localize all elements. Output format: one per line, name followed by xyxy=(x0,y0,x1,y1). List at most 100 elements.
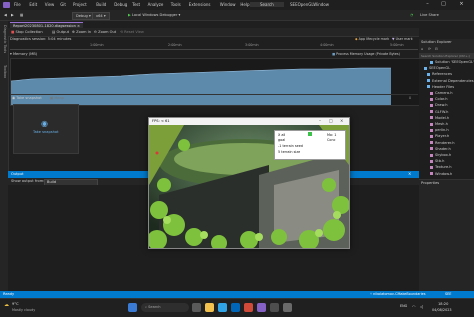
header-file-icon xyxy=(430,128,433,132)
game-window[interactable]: FPS: < 61 – □ × X all goal -1 terrain se… xyxy=(148,117,350,249)
start-icon[interactable] xyxy=(128,303,137,312)
solution-tree: Solution 'SEEOpenGL' SEEOpenGL References E… xyxy=(419,59,474,179)
repo-indicator[interactable]: SEE xyxy=(445,292,451,296)
task-view-icon[interactable] xyxy=(192,303,201,312)
game-viewport[interactable]: X all goal -1 terrain seed 5 terrain siz… xyxy=(149,125,349,248)
tree-item-label: Solution 'SEEOpenGL' xyxy=(435,60,474,64)
forward-icon[interactable]: ▶ xyxy=(11,12,14,18)
menu-window[interactable]: Window xyxy=(220,2,236,7)
snapshot-card-label: Take snapshot xyxy=(33,130,59,134)
right-panel-top xyxy=(419,21,474,39)
timeline-ruler[interactable]: 1:00min 2:00min 3:00min 4:00min 5:00min xyxy=(10,43,418,50)
store-icon[interactable] xyxy=(231,303,240,312)
header-file-icon xyxy=(430,103,433,107)
branch-indicator[interactable]: ⑂ nikolatomov-CMakeBoundaries xyxy=(370,292,426,296)
timeline-tick: 4:00min xyxy=(320,43,334,47)
zoom-out-button[interactable]: ⊖ Zoom Out xyxy=(94,29,116,35)
menu-test[interactable]: Test xyxy=(132,2,140,7)
tree-item-label: External Dependencies xyxy=(432,78,474,83)
weather-icon: ☁ xyxy=(4,302,9,308)
close-icon[interactable]: × xyxy=(458,1,465,8)
menu-edit[interactable]: Edit xyxy=(29,2,37,7)
weather-temp[interactable]: 9°C xyxy=(12,302,19,306)
menu-extensions[interactable]: Extensions xyxy=(189,2,211,7)
maximize-icon[interactable]: □ xyxy=(440,1,447,8)
home-icon[interactable]: ⌂ xyxy=(421,47,423,51)
heap-label: Heap xyxy=(54,96,64,100)
platform-dropdown[interactable]: x64 ▾ xyxy=(92,12,110,20)
output-close-icon[interactable]: × xyxy=(408,171,411,176)
taskbar-search[interactable]: ⌕ Search xyxy=(141,303,189,312)
stop-collection-button[interactable]: ■ Stop Collection xyxy=(11,29,43,35)
save-all-icon[interactable]: ▦ xyxy=(20,12,23,18)
menu-view[interactable]: View xyxy=(45,2,55,7)
game-window-taskbar-icon[interactable] xyxy=(283,303,292,312)
start-debugging-button[interactable]: ▶ Local Windows Debugger ▾ xyxy=(128,12,180,18)
menu-analyze[interactable]: Analyze xyxy=(148,2,164,7)
weather-desc: Mostly cloudy xyxy=(12,308,36,312)
heap-profiling-toggle[interactable]: ▣ Heap xyxy=(50,96,64,100)
session-duration: Diagnostics session: 5:04 minutes xyxy=(10,37,72,41)
search-label: Search xyxy=(260,2,274,7)
menu-project[interactable]: Project xyxy=(73,2,87,7)
header-file-icon xyxy=(430,147,433,151)
configuration-value: Debug xyxy=(76,14,88,18)
clock-time[interactable]: 18:20 xyxy=(438,302,448,306)
back-icon[interactable]: ◀ xyxy=(4,12,7,18)
menu-build[interactable]: Build xyxy=(96,2,106,7)
diagnostic-tools-tab[interactable]: Diagnostic Tools xyxy=(3,25,7,53)
header-file-icon xyxy=(430,172,433,176)
menu-file[interactable]: File xyxy=(14,2,21,7)
folder-icon xyxy=(427,79,430,83)
diagnostics-toolbar: ■ Stop Collection ▤ Output ⊕ Zoom In ⊖ Z… xyxy=(8,28,419,37)
branch-label: nikolatomov-CMakeBoundaries xyxy=(373,292,426,296)
menu-help[interactable]: Help xyxy=(240,2,249,7)
series-label: Process Memory Usage (Private Bytes) xyxy=(336,52,400,56)
tree-item-label: Camera.h xyxy=(435,91,453,95)
game-minimize-icon[interactable]: – xyxy=(319,118,321,123)
wifi-icon[interactable]: ◠ xyxy=(412,304,416,309)
file-explorer-icon[interactable] xyxy=(205,303,214,312)
collapse-icon[interactable]: ⊟ xyxy=(435,47,438,51)
tree-item-label: GLFW.h xyxy=(435,109,449,114)
output-button[interactable]: ▤ Output xyxy=(52,29,69,35)
visual-studio-icon[interactable] xyxy=(257,303,266,312)
search-box[interactable]: Search xyxy=(250,2,284,7)
take-snapshot-button[interactable]: ◉ Take snapshot xyxy=(12,96,42,100)
tree-item-label: Window.h xyxy=(435,171,453,176)
language-indicator[interactable]: ENG xyxy=(400,304,407,308)
menu-tools[interactable]: Tools xyxy=(171,2,181,7)
header-file-icon xyxy=(430,116,433,120)
menu-git[interactable]: Git xyxy=(60,2,66,7)
zoom-in-label: Zoom In xyxy=(76,30,91,34)
title-bar: File Edit View Git Project Build Debug Test Anal… xyxy=(0,0,474,10)
main-toolbar: ◀ ▶ ▦ Debug ▾ x64 ▾ ▶ Local Windows Debu… xyxy=(0,10,474,21)
solution-explorer-title: Solution Explorer xyxy=(421,40,452,44)
app-icon[interactable] xyxy=(244,303,253,312)
edge-icon[interactable] xyxy=(218,303,227,312)
toolbox-tab[interactable]: Toolbox xyxy=(3,65,7,78)
timeline-tick: 2:00min xyxy=(168,43,182,47)
snapshot-card[interactable]: ◉ Take snapshot xyxy=(13,104,79,154)
sync-icon[interactable]: ⟳ xyxy=(428,47,431,51)
output-label: Output xyxy=(56,30,70,34)
game-maximize-icon[interactable]: □ xyxy=(329,118,333,123)
live-share-icon: ◔ xyxy=(410,13,414,17)
header-file-icon xyxy=(430,91,433,95)
folder-icon xyxy=(430,60,433,64)
menu-debug[interactable]: Debug xyxy=(114,2,127,7)
terminal-icon[interactable] xyxy=(270,303,279,312)
folder-icon xyxy=(424,66,427,70)
hud-green-indicator-icon xyxy=(308,132,312,136)
status-bar: Ready ⑂ nikolatomov-CMakeBoundaries SEE xyxy=(0,291,474,298)
zoom-in-button[interactable]: ⊕ Zoom In xyxy=(72,29,91,35)
hud-right-1: Mo: 1 xyxy=(327,133,337,137)
tree-item[interactable]: Window.h xyxy=(430,171,452,178)
volume-icon[interactable]: ◁ xyxy=(420,304,423,309)
game-close-icon[interactable]: × xyxy=(340,118,343,123)
snapshot-toolbar: ◉ Take snapshot ▣ Heap xyxy=(10,94,418,102)
tree-item-label: Color.h xyxy=(435,97,448,102)
reset-view-button[interactable]: ⟲ Reset View xyxy=(120,29,144,35)
minimize-icon[interactable]: – xyxy=(424,1,431,8)
live-share-button[interactable]: Live Share xyxy=(420,12,439,18)
